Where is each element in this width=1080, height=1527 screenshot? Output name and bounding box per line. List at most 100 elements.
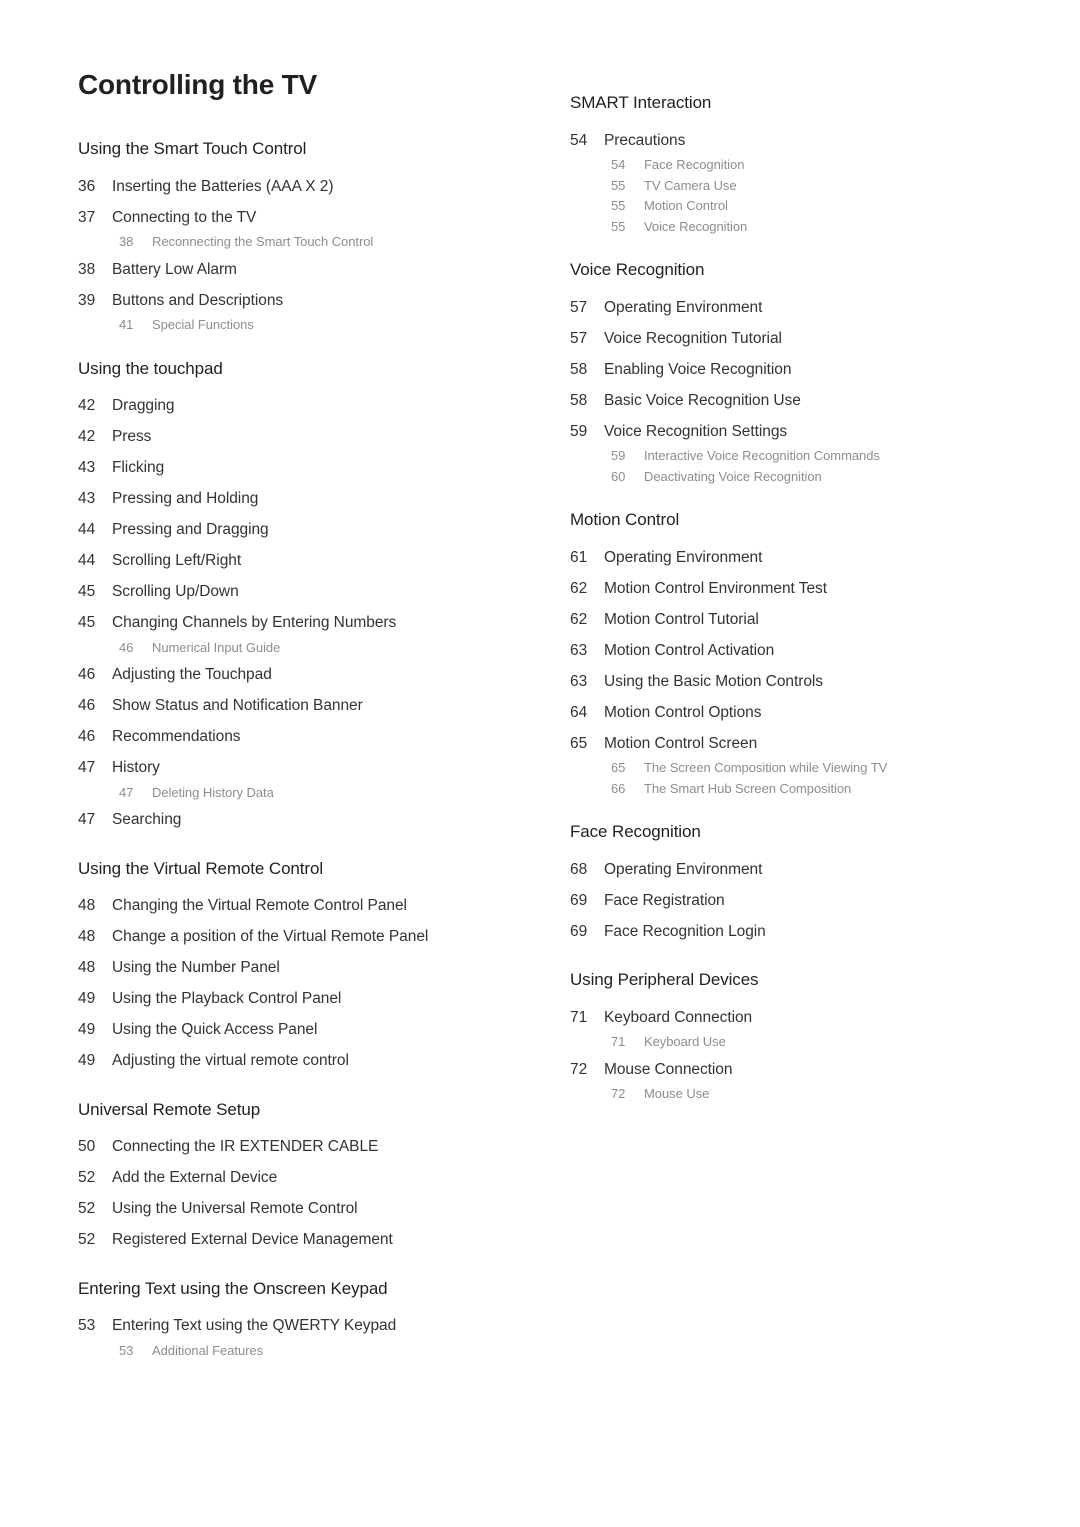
toc-subentry[interactable]: 38 Reconnecting the Smart Touch Control xyxy=(119,232,533,253)
toc-subentry[interactable]: 55 TV Camera Use xyxy=(611,176,1025,197)
toc-entry[interactable]: 45 Scrolling Up/Down xyxy=(78,577,533,608)
toc-entry[interactable]: 57 Voice Recognition Tutorial xyxy=(570,323,1025,354)
toc-entry-page-number: 63 xyxy=(570,672,588,690)
toc-entry-label: The Screen Composition while Viewing TV xyxy=(644,760,888,775)
toc-entry-label: Numerical Input Guide xyxy=(152,639,281,655)
section-heading: Using the touchpad xyxy=(78,358,223,378)
toc-subentry[interactable]: 72 Mouse Use xyxy=(611,1084,1025,1105)
toc-entry-label: Face Registration xyxy=(604,891,725,909)
toc-entry-page-number: 57 xyxy=(570,298,588,316)
toc-entry[interactable]: 49 Using the Playback Control Panel xyxy=(78,984,533,1015)
toc-subentry[interactable]: 47 Deleting History Data xyxy=(119,783,533,804)
toc-entry-page-number: 47 xyxy=(119,784,134,800)
toc-column-right: SMART Interaction 54 Precautions 54 Face Rec… xyxy=(570,92,1025,1105)
toc-entry-page-number: 49 xyxy=(78,1052,96,1069)
toc-entry[interactable]: 46 Recommendations xyxy=(78,722,533,753)
toc-entry-label: Using the Number Panel xyxy=(112,959,280,976)
toc-subentry[interactable]: 59 Interactive Voice Recognition Commands xyxy=(611,446,1025,467)
toc-entry-label: Motion Control Options xyxy=(604,703,762,721)
toc-entry[interactable]: 36 Inserting the Batteries (AAA X 2) xyxy=(78,171,533,202)
toc-subentry[interactable]: 46 Numerical Input Guide xyxy=(119,638,533,659)
toc-entry[interactable]: 54 Precautions xyxy=(570,125,1025,156)
toc-page: Controlling the TV Using the Smart Touch… xyxy=(0,0,1080,1527)
toc-subentry[interactable]: 54 Face Recognition xyxy=(611,155,1025,176)
toc-subentry[interactable]: 41 Special Functions xyxy=(119,315,533,336)
toc-section: Motion Control 61 Operating Environment 62 M… xyxy=(570,509,1025,799)
toc-subentry[interactable]: 55 Voice Recognition xyxy=(611,217,1025,238)
toc-entry[interactable]: 52 Using the Universal Remote Control xyxy=(78,1194,533,1225)
toc-entry[interactable]: 39 Buttons and Descriptions xyxy=(78,285,533,316)
toc-entry-label: Using the Playback Control Panel xyxy=(112,990,342,1007)
toc-entry[interactable]: 52 Registered External Device Management xyxy=(78,1225,533,1256)
toc-entry[interactable]: 47 Searching xyxy=(78,803,533,836)
toc-entry-label: Show Status and Notification Banner xyxy=(112,697,363,714)
toc-subentry[interactable]: 66 The Smart Hub Screen Composition xyxy=(611,779,1025,800)
toc-entry[interactable]: 49 Adjusting the virtual remote control xyxy=(78,1046,533,1077)
toc-entry[interactable]: 43 Flicking xyxy=(78,453,533,484)
toc-entry[interactable]: 62 Motion Control Tutorial xyxy=(570,604,1025,635)
toc-entry-page-number: 62 xyxy=(570,610,588,628)
toc-entry-label: Operating Environment xyxy=(604,548,763,566)
toc-entry[interactable]: 44 Scrolling Left/Right xyxy=(78,546,533,577)
toc-entry[interactable]: 46 Show Status and Notification Banner xyxy=(78,691,533,722)
toc-subentry[interactable]: 60 Deactivating Voice Recognition xyxy=(611,467,1025,488)
toc-entry[interactable]: 68 Operating Environment xyxy=(570,854,1025,885)
toc-subentry[interactable]: 65 The Screen Composition while Viewing T… xyxy=(611,758,1025,779)
toc-entry[interactable]: 58 Basic Voice Recognition Use xyxy=(570,385,1025,416)
toc-subentry[interactable]: 71 Keyboard Use xyxy=(611,1032,1025,1053)
toc-entry[interactable]: 50 Connecting the IR EXTENDER CABLE xyxy=(78,1132,533,1163)
toc-entry[interactable]: 42 Press xyxy=(78,422,533,453)
section-heading: Using the Virtual Remote Control xyxy=(78,858,323,878)
toc-entry[interactable]: 43 Pressing and Holding xyxy=(78,484,533,515)
toc-entry[interactable]: 46 Adjusting the Touchpad xyxy=(78,658,533,691)
toc-subentry[interactable]: 55 Motion Control xyxy=(611,196,1025,217)
toc-entry[interactable]: 69 Face Registration xyxy=(570,885,1025,916)
toc-entry[interactable]: 63 Motion Control Activation xyxy=(570,635,1025,666)
toc-entry-page-number: 38 xyxy=(119,234,134,249)
toc-entry[interactable]: 42 Dragging xyxy=(78,391,533,422)
toc-entry-page-number: 37 xyxy=(78,208,96,226)
toc-entry-label: Voice Recognition xyxy=(644,218,748,234)
toc-entry-label: Press xyxy=(112,428,152,445)
toc-entry-label: Basic Voice Recognition Use xyxy=(604,391,801,409)
toc-entry-label: Recommendations xyxy=(112,728,241,745)
toc-entry[interactable]: 65 Motion Control Screen xyxy=(570,728,1025,759)
toc-entry[interactable]: 59 Voice Recognition Settings xyxy=(570,416,1025,447)
toc-section: Universal Remote Setup 50 Connecting the I… xyxy=(78,1099,533,1256)
toc-entry[interactable]: 63 Using the Basic Motion Controls xyxy=(570,666,1025,697)
toc-entry-page-number: 59 xyxy=(570,422,588,440)
toc-entry[interactable]: 62 Motion Control Environment Test xyxy=(570,573,1025,604)
toc-entry[interactable]: 38 Battery Low Alarm xyxy=(78,253,533,286)
toc-entry[interactable]: 71 Keyboard Connection xyxy=(570,1002,1025,1033)
toc-entry-page-number: 41 xyxy=(119,317,134,332)
toc-entry[interactable]: 45 Changing Channels by Entering Numbers xyxy=(78,608,533,639)
toc-entry[interactable]: 72 Mouse Connection xyxy=(570,1053,1025,1086)
toc-entry[interactable]: 44 Pressing and Dragging xyxy=(78,515,533,546)
toc-entry[interactable]: 52 Add the External Device xyxy=(78,1163,533,1194)
toc-entry[interactable]: 49 Using the Quick Access Panel xyxy=(78,1015,533,1046)
toc-entry-label: Entering Text using the QWERTY Keypad xyxy=(112,1317,397,1334)
toc-entry[interactable]: 37 Connecting to the TV xyxy=(78,202,533,233)
toc-entry[interactable]: 47 History xyxy=(78,753,533,784)
toc-entry-page-number: 43 xyxy=(78,459,96,476)
toc-entry-label: Special Functions xyxy=(152,317,254,332)
toc-entry-label: Operating Environment xyxy=(604,298,763,316)
toc-entry[interactable]: 69 Face Recognition Login xyxy=(570,916,1025,947)
toc-subentry[interactable]: 53 Additional Features xyxy=(119,1341,533,1362)
toc-entry[interactable]: 57 Operating Environment xyxy=(570,292,1025,323)
toc-entry-page-number: 48 xyxy=(78,897,96,914)
toc-entry-label: Deactivating Voice Recognition xyxy=(644,468,822,484)
toc-entry[interactable]: 48 Using the Number Panel xyxy=(78,953,533,984)
toc-entry-page-number: 53 xyxy=(119,1342,134,1358)
section-heading: Voice Recognition xyxy=(570,260,705,279)
toc-entry[interactable]: 48 Change a position of the Virtual Remot… xyxy=(78,922,533,953)
toc-entry[interactable]: 58 Enabling Voice Recognition xyxy=(570,354,1025,385)
toc-entry-label: Pressing and Dragging xyxy=(112,521,269,538)
toc-entry[interactable]: 48 Changing the Virtual Remote Control Pa… xyxy=(78,891,533,922)
toc-entry-label: Adjusting the virtual remote control xyxy=(112,1052,349,1069)
toc-entry[interactable]: 53 Entering Text using the QWERTY Keypad xyxy=(78,1311,533,1342)
toc-entry[interactable]: 64 Motion Control Options xyxy=(570,697,1025,728)
toc-entry-page-number: 71 xyxy=(570,1008,588,1026)
toc-entry[interactable]: 61 Operating Environment xyxy=(570,542,1025,573)
toc-entry-page-number: 52 xyxy=(78,1231,96,1248)
